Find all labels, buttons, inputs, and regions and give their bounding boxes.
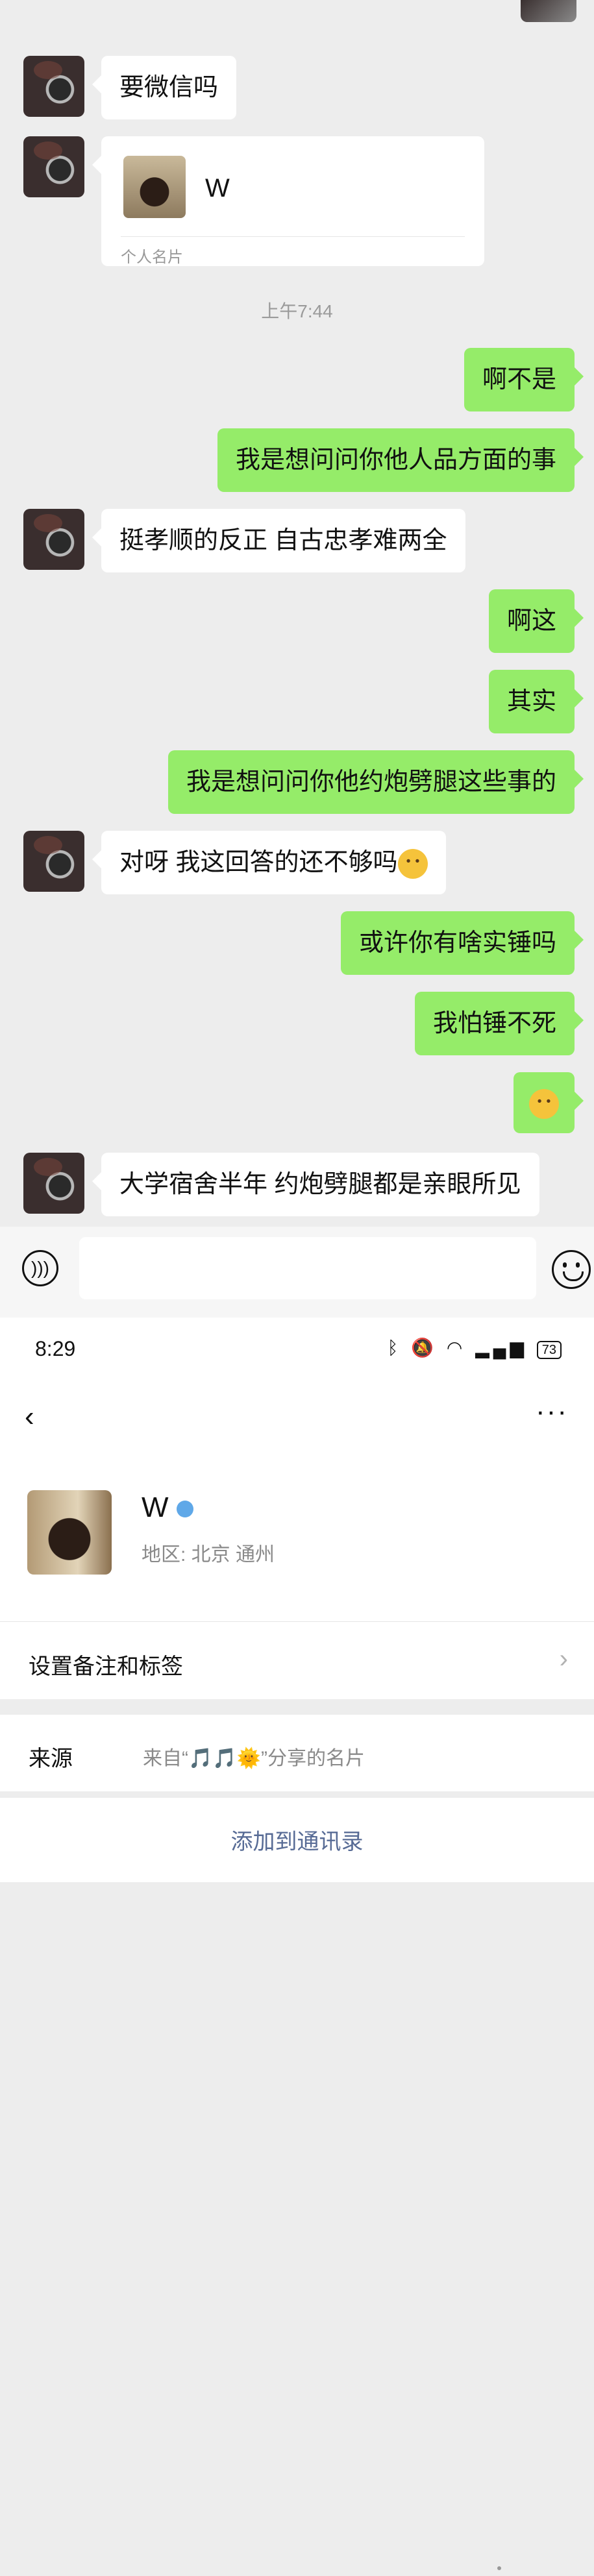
set-remark-label: 设置备注和标签 bbox=[29, 1654, 183, 1679]
set-remark-row[interactable]: 设置备注和标签 › bbox=[0, 1623, 594, 1699]
card-type-label: 个人名片 bbox=[121, 249, 183, 266]
timestamp: 上午7:44 bbox=[261, 301, 333, 321]
more-icon[interactable]: ··· bbox=[536, 1395, 568, 1428]
card-name: W bbox=[205, 174, 230, 202]
message-bubble-incoming[interactable]: 大学宿舍半年 约炮劈腿都是亲眼所见 bbox=[92, 1153, 539, 1216]
message-bubble-incoming[interactable]: 挺孝顺的反正 自古忠孝难两全 bbox=[92, 509, 465, 572]
message-bubble-incoming[interactable]: 要微信吗 bbox=[92, 56, 237, 119]
status-icons: ᛒ 🔕 ◠ ▂▄▆ 73 bbox=[388, 1337, 562, 1359]
message-bubble-outgoing[interactable]: 或许你有啥实锤吗 bbox=[340, 911, 584, 975]
nav-bar: ‹ ··· bbox=[0, 1382, 594, 1447]
message-bubble-outgoing[interactable]: 我怕锤不死 bbox=[414, 992, 584, 1055]
emoji-icon[interactable] bbox=[552, 1250, 591, 1289]
source-value: 来自“🎵🎵🌞”分享的名片 bbox=[143, 1748, 365, 1769]
source-label: 来源 bbox=[29, 1747, 73, 1771]
voice-icon[interactable]: ))) bbox=[22, 1250, 58, 1286]
source-row: 来源 来自“🎵🎵🌞”分享的名片 bbox=[0, 1715, 594, 1791]
message-bubble-outgoing[interactable] bbox=[514, 1072, 584, 1133]
home-indicator bbox=[497, 2566, 501, 2570]
awkward-face-icon bbox=[529, 1088, 559, 1119]
signal-icon: ▂▄▆ bbox=[475, 1338, 528, 1358]
bluetooth-icon: ᛒ bbox=[387, 1338, 402, 1358]
chat-input-bar: ))) bbox=[0, 1227, 594, 1318]
message-bubble-outgoing[interactable]: 我是想问问你他人品方面的事 bbox=[217, 428, 584, 492]
chat-area: 要微信吗 W 个人名片 上午7:44 啊不是 我是想问问你他人品方面的事 挺孝顺… bbox=[0, 0, 594, 1318]
partial-avatar bbox=[521, 0, 576, 22]
profile-name-text: W bbox=[142, 1491, 169, 1523]
battery-icon: 73 bbox=[536, 1341, 562, 1359]
back-icon[interactable]: ‹ bbox=[25, 1401, 34, 1433]
message-input[interactable] bbox=[79, 1237, 536, 1299]
mute-icon: 🔕 bbox=[411, 1338, 438, 1358]
chevron-right-icon: › bbox=[559, 1645, 568, 1673]
contact-avatar[interactable] bbox=[23, 56, 84, 117]
divider bbox=[0, 1621, 594, 1622]
message-bubble-outgoing[interactable]: 我是想问问你他约炮劈腿这些事的 bbox=[167, 750, 584, 814]
gender-icon bbox=[176, 1501, 193, 1518]
message-text: 对呀 我这回答的还不够吗 bbox=[119, 849, 398, 876]
message-bubble-outgoing[interactable]: 其实 bbox=[488, 670, 584, 733]
profile-region: 地区: 北京 通州 bbox=[142, 1544, 275, 1565]
contact-profile-page: 8:29 ᛒ 🔕 ◠ ▂▄▆ 73 ‹ ··· W 地区: 北京 通州 设置备注… bbox=[0, 1318, 594, 2576]
divider bbox=[121, 236, 465, 237]
message-bubble-incoming[interactable]: 对呀 我这回答的还不够吗 bbox=[92, 831, 446, 894]
contact-avatar[interactable] bbox=[23, 1153, 84, 1214]
wifi-icon: ◠ bbox=[446, 1338, 467, 1358]
message-bubble-outgoing[interactable]: 啊不是 bbox=[464, 348, 584, 411]
status-bar: 8:29 ᛒ 🔕 ◠ ▂▄▆ 73 bbox=[0, 1318, 594, 1382]
crying-laughing-icon bbox=[397, 848, 428, 879]
contact-avatar[interactable] bbox=[23, 509, 84, 570]
status-time: 8:29 bbox=[35, 1337, 76, 1360]
card-avatar bbox=[123, 156, 186, 218]
contact-card-message[interactable]: W 个人名片 bbox=[92, 136, 484, 266]
profile-header: W 地区: 北京 通州 bbox=[0, 1447, 594, 1623]
message-bubble-outgoing[interactable]: 啊这 bbox=[488, 589, 584, 653]
profile-name: W bbox=[142, 1491, 193, 1524]
add-contact-row: 添加到通讯录 bbox=[0, 1798, 594, 1882]
profile-avatar[interactable] bbox=[27, 1490, 112, 1575]
contact-avatar[interactable] bbox=[23, 831, 84, 892]
contact-avatar[interactable] bbox=[23, 136, 84, 197]
add-to-contacts-button[interactable]: 添加到通讯录 bbox=[0, 1824, 594, 1856]
